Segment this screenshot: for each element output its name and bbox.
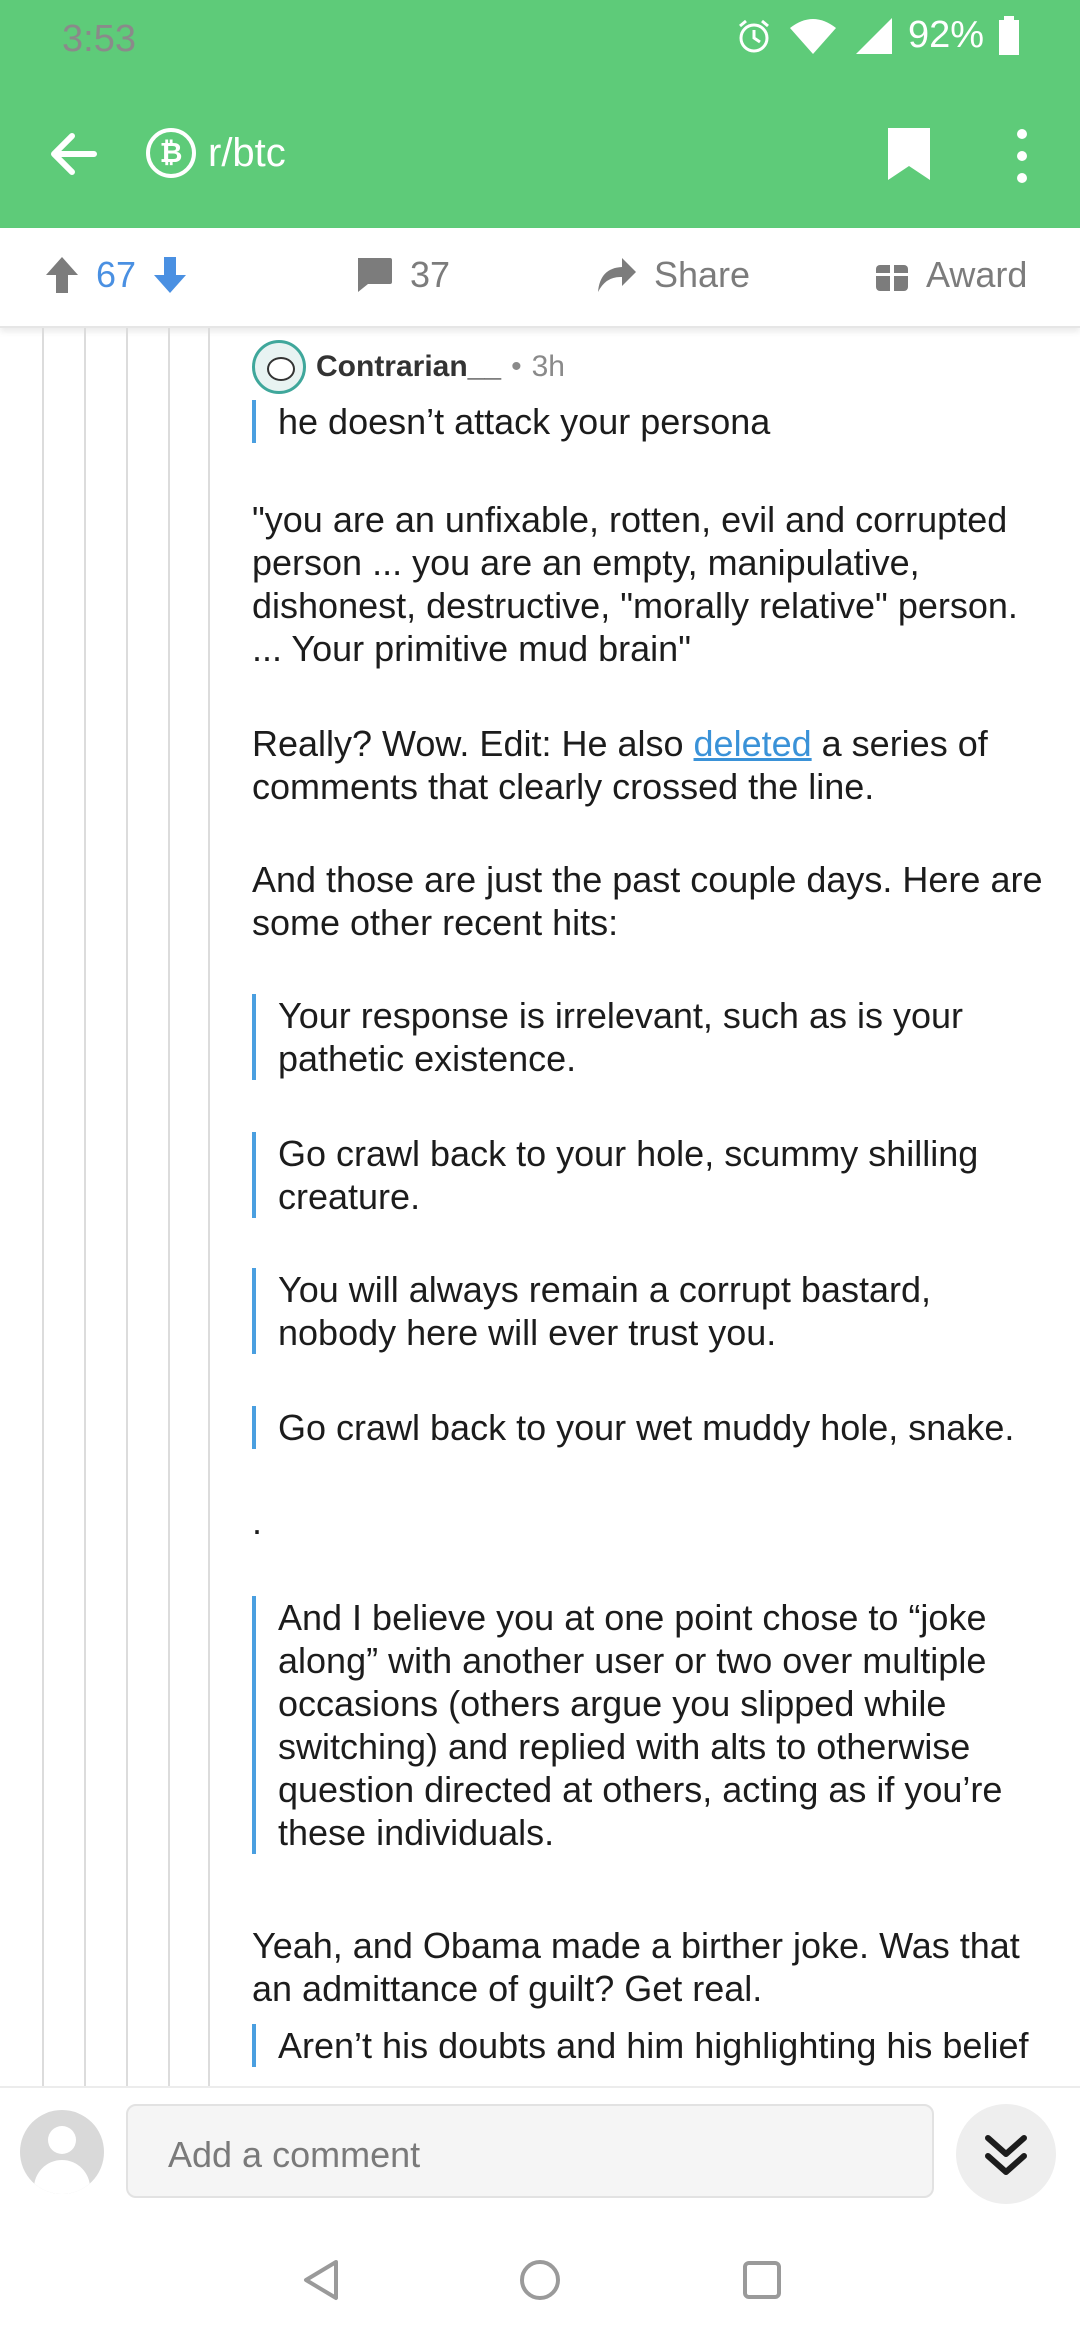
thread-line [42,328,44,2086]
blockquote: Aren’t his doubts and him highlighting h… [252,2024,1068,2067]
alarm-icon [738,19,769,52]
thread-line [84,328,86,2086]
battery-percent: 92% [907,14,984,56]
share-button[interactable]: Share [596,254,750,296]
blockquote: he doesn’t attack your persona [252,400,1038,443]
comment-thread[interactable]: Contrarian__ • 3h he doesn’t attack your… [0,328,1080,2086]
blockquote: You will always remain a corrupt bastard… [252,1268,1018,1354]
comment-paragraph: Yeah, and Obama made a birther joke. Was… [252,1925,1020,2009]
score: 67 [96,254,137,295]
back-arrow-icon[interactable] [44,124,104,184]
wifi-icon [789,18,836,54]
downvote-icon[interactable] [152,255,188,295]
comment-input[interactable]: Add a comment [126,2104,934,2198]
comments-button[interactable]: 37 [354,254,450,296]
comment-paragraph: And those are just the past couple days.… [252,859,1043,943]
thread-line [208,328,210,2086]
award-label: Award [926,254,1028,295]
gift-icon [876,259,908,291]
subreddit-name: r/btc [208,130,286,175]
nav-back-icon[interactable] [300,2258,340,2302]
avatar[interactable] [252,340,306,394]
status-bar: 3:53 92% [0,0,1080,80]
award-button[interactable]: Award [874,254,1027,296]
blockquote: Your response is irrelevant, such as is … [252,994,1018,1080]
bitcoin-icon: ₿ [146,128,196,178]
app-bar: ₿ r/btc [0,80,1080,228]
status-time: 3:53 [62,18,136,60]
comment-meta: Contrarian__ • 3h [252,340,565,394]
comment-paragraph: . [252,1501,263,1542]
signal-icon [855,17,892,54]
blockquote: Go crawl back to your hole, scummy shill… [252,1132,1018,1218]
upvote-icon[interactable] [44,255,80,295]
post-action-bar: 67 37 Share Award [0,228,1080,328]
double-chevron-down-icon [985,2135,1027,2175]
system-nav-bar [0,2216,1080,2340]
user-avatar[interactable] [20,2110,104,2194]
blockquote: And I believe you at one point chose to … [252,1596,1038,1854]
nav-home-icon[interactable] [518,2258,562,2302]
comment-composer: Add a comment [0,2086,1080,2218]
status-icons: 92% [734,14,1020,57]
jump-down-button[interactable] [956,2104,1056,2204]
thread-line [168,328,170,2086]
text-segment: Really? Wow. Edit: He also [252,723,694,764]
vote-group: 67 [44,254,188,296]
thread-line [126,328,128,2086]
deleted-link[interactable]: deleted [694,723,812,764]
nav-recents-icon[interactable] [742,2260,782,2300]
comment-count: 37 [410,254,451,295]
blockquote: Go crawl back to your wet muddy hole, sn… [252,1406,1038,1449]
bookmark-icon[interactable] [886,126,932,182]
comment-paragraph: "you are an unfixable, rotten, evil and … [252,499,1018,669]
comment-paragraph: Really? Wow. Edit: He also deleted a ser… [252,722,1032,808]
avatar-body [34,2160,90,2194]
share-label: Share [654,254,751,295]
comment-icon [358,258,392,292]
avatar-head [48,2126,76,2154]
share-icon [598,258,636,292]
comment-author[interactable]: Contrarian__ [316,350,501,384]
meta-separator: • [511,350,522,383]
battery-icon [999,15,1019,55]
subreddit-title[interactable]: ₿ r/btc [146,128,286,178]
comment-age: 3h [531,350,565,383]
more-options-icon[interactable] [1010,126,1034,186]
